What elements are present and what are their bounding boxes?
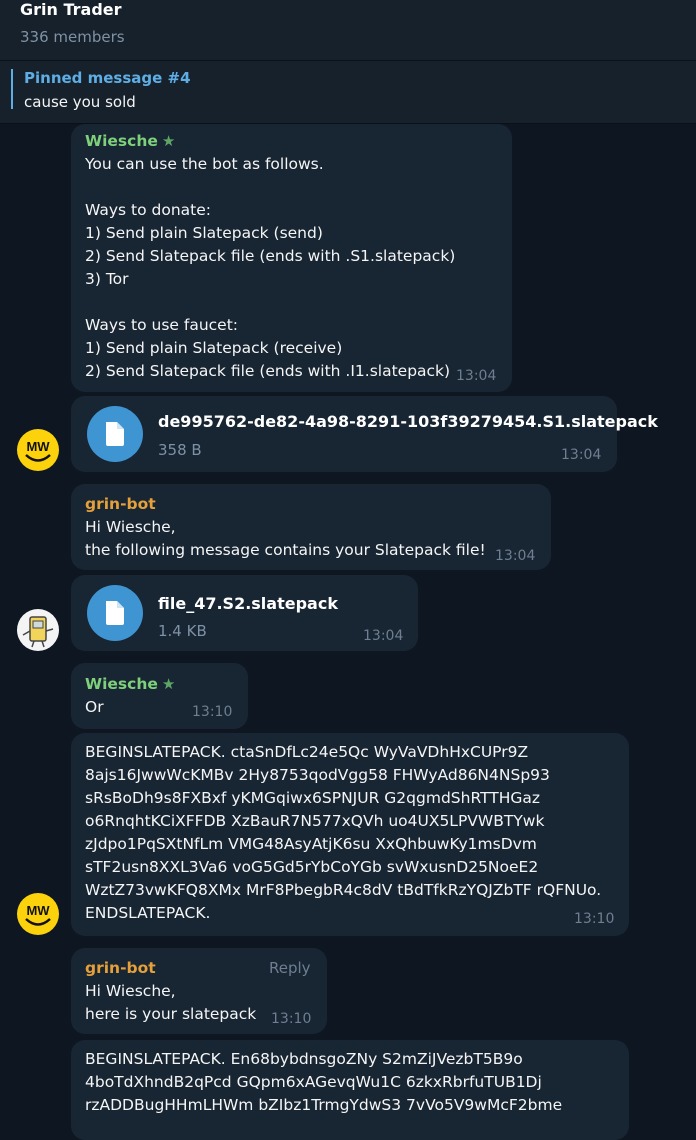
file-message-bubble[interactable]: de995762-de82-4a98-8291-103f39279454.S1.… [71,396,658,472]
message-time: 13:04 [561,447,602,463]
message-line: here is your slatepack [85,1005,257,1023]
avatar[interactable] [17,609,59,651]
file-download-button[interactable] [87,585,143,641]
svg-text:MW: MW [26,903,50,918]
pinned-indicator [11,69,13,109]
mw-smiley-icon: MW [25,439,51,462]
message-bubble[interactable]: Wiesche ★ Or 13:10 [71,663,248,729]
member-count: 336 members [20,28,125,46]
message-bubble[interactable]: BEGINSLATEPACK. En68bybdnsgoZNy S2mZiJVe… [71,1040,629,1140]
message-bubble[interactable]: BEGINSLATEPACK. ctaSnDfLc24e5Qc WyVaVDhH… [71,733,629,936]
message-line: ENDSLATEPACK. [85,904,211,922]
pinned-title: Pinned message #4 [24,69,191,87]
message-line: 3) Tor [85,270,129,288]
message-bubble[interactable]: Wiesche ★ You can use the bot as follows.… [71,124,512,392]
message-line: 8ajs16JwwWcKMBv 2Hy8753qodVgg58 FHWyAd86… [85,766,550,784]
message-line: BEGINSLATEPACK. En68bybdnsgoZNy S2mZiJVe… [85,1050,523,1068]
sender-name[interactable]: grin-bot [85,957,156,980]
message-line: 2) Send Slatepack file (ends with .I1.sl… [85,362,451,380]
message-line: Ways to donate: [85,201,211,219]
message-line: WztZ73vwKFQ8XMx MrF8PbegbR4c8dV tBdTfkRz… [85,881,602,899]
message-line: 4boTdXhndB2qPcd GQpm6xAGevqWu1C 6zkxRbrf… [85,1073,542,1091]
star-icon: ★ [161,132,176,150]
message-line: Hi Wiesche, [85,518,176,536]
file-message-bubble[interactable]: file_47.S2.slatepack 1.4 KB 13:04 [71,575,418,651]
message-line: You can use the bot as follows. [85,155,324,173]
file-size: 1.4 KB [158,622,207,640]
message-time: 13:04 [495,548,536,564]
file-download-button[interactable] [87,406,143,462]
message-line: 2) Send Slatepack file (ends with .S1.sl… [85,247,456,265]
avatar[interactable]: MW [17,893,59,935]
message-time: 13:10 [574,911,615,927]
message-line: zJdpo1PqSXtNfLm VMG48AsyAtjK6su XxQhbuwK… [85,835,537,853]
message-time: 13:04 [456,368,497,384]
message-text: Or [85,698,104,716]
file-size: 358 B [158,441,202,459]
pinned-text: cause you sold [24,93,136,111]
message-text: You can use the bot as follows. Ways to … [85,153,455,383]
message-text: BEGINSLATEPACK. En68bybdnsgoZNy S2mZiJVe… [85,1048,562,1117]
message-line: rzADDBugHHmLHWm bZIbz1TrmgYdwS3 7vVo5V9w… [85,1096,563,1114]
chat-title: Grin Trader [20,0,122,19]
sender-name[interactable]: grin-bot [85,493,156,516]
message-line [85,176,455,199]
message-line: 1) Send plain Slatepack (send) [85,224,323,242]
message-line: Ways to use faucet: [85,316,238,334]
mw-smiley-icon: MW [25,903,51,926]
message-line: o6RnqhtKCiXFFDB XzBauR7N577xQVh uo4UX5LP… [85,812,545,830]
chat-header[interactable]: Grin Trader 336 members [0,0,696,61]
file-name[interactable]: de995762-de82-4a98-8291-103f39279454.S1.… [158,412,658,431]
message-text: BEGINSLATEPACK. ctaSnDfLc24e5Qc WyVaVDhH… [85,741,601,925]
robot-icon [22,616,54,648]
document-icon [106,601,124,625]
star-icon: ★ [161,675,176,693]
sender-name[interactable]: Wiesche [85,132,158,150]
file-name[interactable]: file_47.S2.slatepack [158,594,338,613]
sender-name[interactable]: Wiesche [85,675,158,693]
message-line: the following message contains your Slat… [85,541,486,559]
avatar[interactable]: MW [17,429,59,471]
message-line: BEGINSLATEPACK. ctaSnDfLc24e5Qc WyVaVDhH… [85,743,529,761]
message-line: Hi Wiesche, [85,982,176,1000]
pinned-message-bar[interactable]: Pinned message #4 cause you sold [0,61,696,124]
message-time: 13:04 [363,628,404,644]
message-line: 1) Send plain Slatepack (receive) [85,339,343,357]
message-line: sTF2usn8XXL3Va6 voG5Gd5rYbCoYGb svWxusnD… [85,858,539,876]
message-bubble[interactable]: grin-bot Reply Hi Wiesche, here is your … [71,948,327,1034]
message-bubble[interactable]: grin-bot Hi Wiesche, the following messa… [71,484,551,570]
reply-button[interactable]: Reply [269,959,311,977]
svg-text:MW: MW [26,439,50,454]
message-line [85,291,455,314]
message-time: 13:10 [271,1011,312,1027]
message-line: sRsBoDh9s8FXBxf yKMGqiwx6SPNJUR G2qgmdSh… [85,789,541,807]
message-time: 13:10 [192,704,233,720]
document-icon [106,422,124,446]
